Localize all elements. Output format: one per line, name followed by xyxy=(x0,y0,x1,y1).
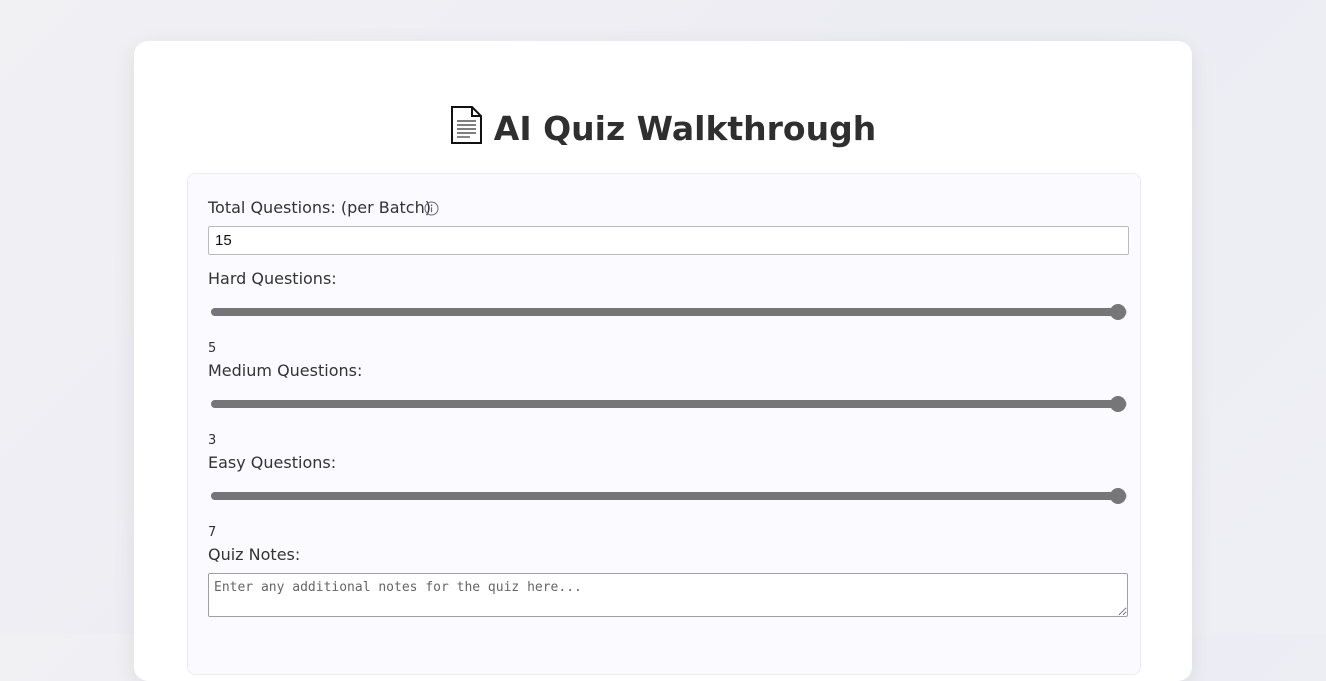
page-title-text: AI Quiz Walkthrough xyxy=(493,109,877,148)
slider-thumb[interactable] xyxy=(1109,488,1126,504)
hard-questions-value: 5 xyxy=(208,341,217,356)
document-icon xyxy=(450,106,482,152)
hard-questions-slider[interactable] xyxy=(211,302,1127,322)
slider-thumb[interactable] xyxy=(1109,304,1126,320)
info-icon[interactable] xyxy=(424,201,439,220)
medium-questions-value: 3 xyxy=(208,433,217,448)
total-questions-label: Total Questions: (per Batch) xyxy=(208,198,431,217)
hard-questions-label: Hard Questions: xyxy=(208,269,337,288)
slider-fill xyxy=(211,400,1118,408)
quiz-notes-label: Quiz Notes: xyxy=(208,545,301,564)
total-questions-input[interactable] xyxy=(208,226,1129,255)
easy-questions-slider[interactable] xyxy=(211,486,1127,506)
page-title: AI Quiz Walkthrough xyxy=(0,106,1326,152)
easy-questions-label: Easy Questions: xyxy=(208,453,337,472)
medium-questions-slider[interactable] xyxy=(211,394,1127,414)
medium-questions-label: Medium Questions: xyxy=(208,361,363,380)
slider-thumb[interactable] xyxy=(1109,396,1126,412)
slider-fill xyxy=(211,492,1118,500)
easy-questions-value: 7 xyxy=(208,525,217,540)
quiz-notes-textarea[interactable] xyxy=(208,573,1128,617)
slider-fill xyxy=(211,308,1118,316)
